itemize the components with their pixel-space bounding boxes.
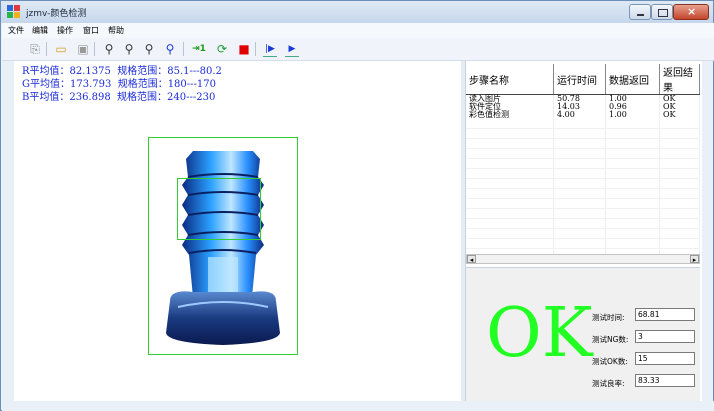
run-icon[interactable]: ▶ xyxy=(284,41,300,57)
yield-field[interactable]: 83.33 xyxy=(635,374,695,387)
test-time-label: 测试时间: xyxy=(592,313,625,322)
test-time-field[interactable]: 68.81 xyxy=(635,308,695,321)
status-panel: OK 测试时间: 68.81 测试NG数: 3 测试OK数: 15 测试良率: … xyxy=(466,267,700,402)
empty-row xyxy=(466,188,700,199)
empty-row xyxy=(466,158,700,169)
empty-row xyxy=(466,218,700,229)
menu-edit[interactable]: 编辑 xyxy=(32,25,48,36)
yield-label: 测试良率: xyxy=(592,379,625,388)
horizontal-scrollbar[interactable]: ◂ ▸ xyxy=(466,254,700,264)
save-icon[interactable]: ▣ xyxy=(75,41,91,57)
empty-row xyxy=(466,119,700,129)
app-window: jzmv-颜色检测 × 文件 编辑 操作 窗口 帮助 ⎘ ▭ ▣ ⚲ ⚲ ⚲ ⚲… xyxy=(0,0,714,411)
detection-box xyxy=(148,137,298,355)
empty-row xyxy=(466,178,700,189)
minimize-button[interactable] xyxy=(629,4,651,20)
menu-bar: 文件 编辑 操作 窗口 帮助 xyxy=(2,23,714,38)
right-pane: 步骤名称 运行时间 数据返回 返回结果 读入图片 50.78 1.00 OK 软… xyxy=(465,61,702,402)
minimize-icon xyxy=(637,14,644,16)
app-icon xyxy=(7,5,20,18)
verdict-text: OK xyxy=(486,294,593,373)
steps-table: 步骤名称 运行时间 数据返回 返回结果 读入图片 50.78 1.00 OK 软… xyxy=(466,64,700,259)
ng-count-field[interactable]: 3 xyxy=(635,330,695,343)
maximize-icon xyxy=(658,9,668,17)
cell-step: 彩色值检测 xyxy=(466,111,554,119)
empty-row xyxy=(466,148,700,159)
empty-row xyxy=(466,128,700,139)
ok-count-label: 测试OK数: xyxy=(592,357,628,366)
toolbar-separator xyxy=(255,42,256,56)
toolbar-underline xyxy=(263,56,277,57)
col-step-name[interactable]: 步骤名称 xyxy=(466,64,554,95)
open-icon[interactable]: ▭ xyxy=(53,41,69,57)
col-data-return[interactable]: 数据返回 xyxy=(605,64,660,95)
stop-icon[interactable]: ■ xyxy=(236,41,252,57)
menu-operate[interactable]: 操作 xyxy=(57,25,73,36)
col-return-result[interactable]: 返回结果 xyxy=(659,64,700,95)
toolbar-separator xyxy=(183,42,184,56)
empty-row xyxy=(466,138,700,149)
zoom-fit-icon[interactable]: ⚲ xyxy=(141,41,157,57)
refresh-icon[interactable]: ⟳ xyxy=(214,41,230,57)
menu-help[interactable]: 帮助 xyxy=(108,25,124,36)
col-run-time[interactable]: 运行时间 xyxy=(553,64,606,95)
cell-data: 1.00 xyxy=(605,111,660,119)
title-bar: jzmv-颜色检测 × xyxy=(1,1,713,23)
zoom-out-icon[interactable]: ⚲ xyxy=(121,41,137,57)
zoom-region-icon[interactable]: ⚲ xyxy=(162,41,178,57)
menu-file[interactable]: 文件 xyxy=(8,25,24,36)
table-row[interactable]: 彩色值检测 4.00 1.00 OK xyxy=(466,111,700,119)
b-result: B平均值：236.898 规格范围：240---230 xyxy=(22,92,216,103)
menu-window[interactable]: 窗口 xyxy=(83,25,99,36)
cell-result: OK xyxy=(659,111,700,119)
toolbar: ⎘ ▭ ▣ ⚲ ⚲ ⚲ ⚲ ⇥1 ⟳ ■ |▶ ▶ xyxy=(2,38,714,61)
empty-row xyxy=(466,208,700,219)
ok-count-field[interactable]: 15 xyxy=(635,352,695,365)
maximize-button[interactable] xyxy=(651,4,673,20)
toolbar-underline xyxy=(285,56,299,57)
scroll-left-icon[interactable]: ◂ xyxy=(467,255,476,264)
zoom-in-icon[interactable]: ⚲ xyxy=(101,41,117,57)
window-title: jzmv-颜色检测 xyxy=(26,9,87,19)
image-view[interactable]: R平均值：82.1375 规格范围：85.1---80.2 G平均值：173.7… xyxy=(14,61,461,401)
toolbar-separator xyxy=(94,42,95,56)
step-run-icon[interactable]: |▶ xyxy=(262,41,278,57)
status-bar xyxy=(2,401,714,411)
table-header: 步骤名称 运行时间 数据返回 返回结果 xyxy=(466,64,700,95)
toolbar-separator xyxy=(46,42,47,56)
empty-row xyxy=(466,198,700,209)
close-icon: × xyxy=(687,5,697,18)
close-button[interactable]: × xyxy=(673,4,709,20)
new-icon[interactable]: ⎘ xyxy=(27,41,43,57)
ng-count-label: 测试NG数: xyxy=(592,335,629,344)
scroll-right-icon[interactable]: ▸ xyxy=(690,255,699,264)
cell-time: 4.00 xyxy=(553,111,606,119)
roi-box[interactable] xyxy=(177,178,261,240)
step-icon[interactable]: ⇥1 xyxy=(191,41,207,57)
empty-row xyxy=(466,238,700,249)
empty-row xyxy=(466,168,700,179)
empty-row xyxy=(466,228,700,239)
